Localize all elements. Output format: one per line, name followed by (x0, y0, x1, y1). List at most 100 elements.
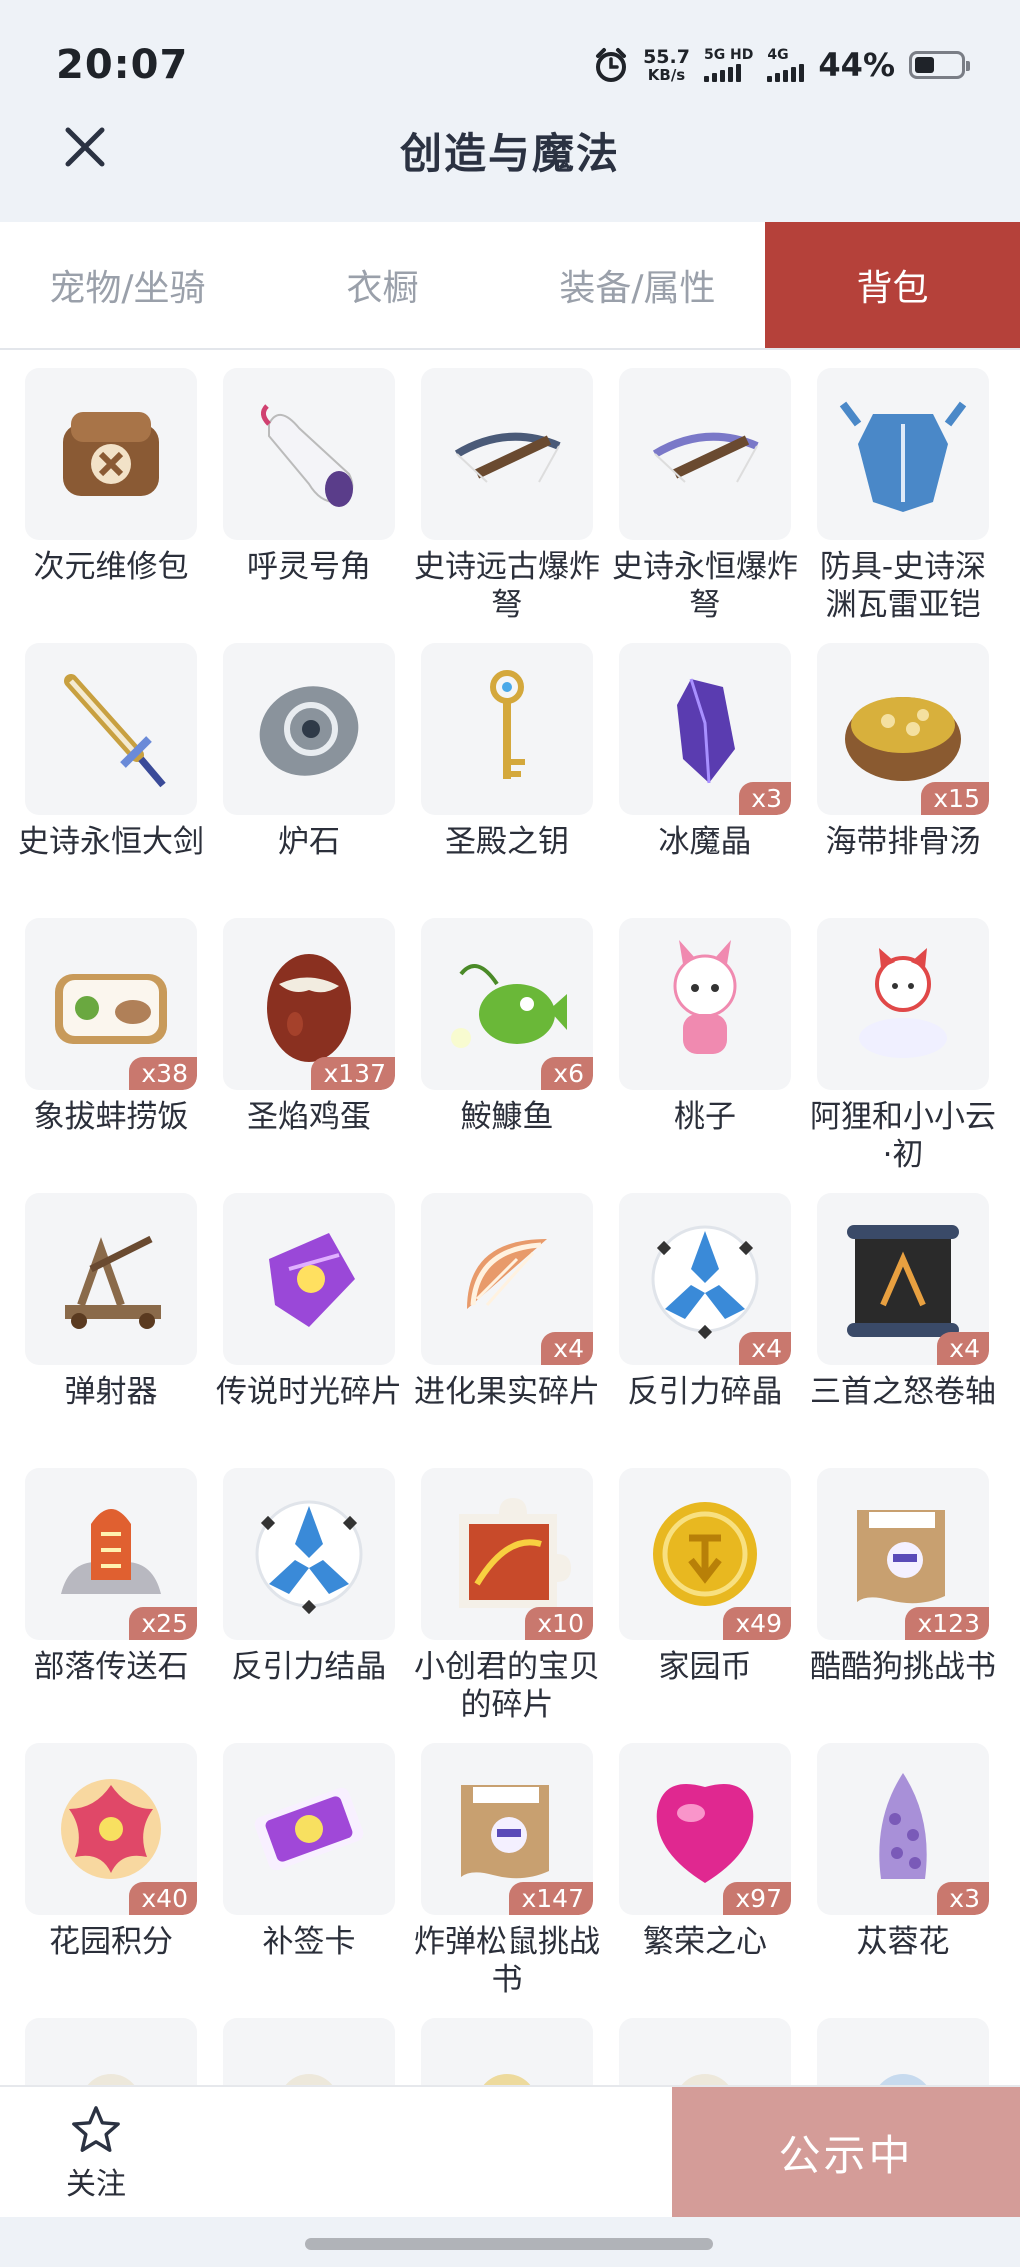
partial-item-icon (483, 2074, 531, 2085)
item-tile: x25 (25, 1468, 197, 1640)
inventory-item[interactable]: 防具-史诗深渊瓦雷亚铠 (804, 368, 1002, 643)
item-name: 炸弹松鼠挑战书 (414, 1924, 600, 1998)
inventory-item[interactable]: x40 花园积分 (12, 1743, 210, 2018)
battery-percent: 44% (818, 46, 895, 84)
tab-wardrobe[interactable]: 衣橱 (255, 222, 510, 348)
item-name: 炉石 (278, 824, 340, 860)
inventory-item[interactable]: 史诗远古爆炸弩 (408, 368, 606, 643)
top-area: 20:07 55.7 KB/s 5G HD 4G 44% 创造与魔法 (0, 0, 1020, 222)
tab-backpack[interactable]: 背包 (765, 222, 1020, 348)
item-tile (223, 2018, 395, 2085)
inventory-item[interactable]: x25 部落传送石 (12, 1468, 210, 1743)
antigravity-icon (255, 1500, 363, 1615)
inventory-item[interactable]: 桃子 (606, 918, 804, 1193)
signal-bars-icon (767, 64, 805, 82)
fish-icon (451, 964, 567, 1048)
item-tile (223, 1468, 395, 1640)
inventory-item[interactable] (804, 2018, 1002, 2085)
gem-heart-icon (656, 1784, 754, 1883)
item-name: 花园积分 (49, 1924, 173, 1960)
inventory-item[interactable]: x137 圣焰鸡蛋 (210, 918, 408, 1193)
inventory-item[interactable]: 史诗永恒爆炸弩 (606, 368, 804, 643)
item-tile (421, 368, 593, 540)
inventory-item[interactable]: 炉石 (210, 643, 408, 918)
item-count-badge: x3 (739, 782, 791, 815)
inventory-item[interactable]: x97 繁荣之心 (606, 1743, 804, 2018)
inventory-item[interactable]: 阿狸和小小云·初 (804, 918, 1002, 1193)
status-time: 20:07 (56, 42, 189, 88)
tab-equipment[interactable]: 装备/属性 (510, 222, 765, 348)
inventory-item[interactable]: 次元维修包 (12, 368, 210, 643)
sword-icon (64, 674, 166, 788)
item-name: 补签卡 (262, 1924, 356, 1960)
egg-icon (267, 954, 351, 1062)
soup-icon (845, 697, 961, 781)
inventory-item[interactable]: x4 反引力碎晶 (606, 1193, 804, 1468)
hearthstone-icon (259, 686, 359, 776)
item-tile (421, 2018, 593, 2085)
tab-bar: 宠物/坐骑 衣橱 装备/属性 背包 (0, 222, 1020, 350)
item-tile: x123 (817, 1468, 989, 1640)
item-name: 象拔蚌捞饭 (33, 1099, 189, 1135)
item-tile (25, 368, 197, 540)
bottom-bar: 关注 公示中 (0, 2085, 1020, 2217)
inventory-item[interactable]: x3 冰魔晶 (606, 643, 804, 918)
item-tile: x15 (817, 643, 989, 815)
item-name: 家园币 (658, 1649, 752, 1685)
item-name: 呼灵号角 (247, 549, 371, 585)
pet-icon (673, 940, 737, 1054)
inventory-item[interactable] (12, 2018, 210, 2085)
inventory-scroll-area[interactable]: 次元维修包 呼灵号角 史诗远古爆炸弩 史诗永恒爆炸弩 防具-史诗深渊瓦雷亚铠史诗永恒大剑… (0, 352, 1020, 2085)
inventory-item[interactable]: x4 进化果实碎片 (408, 1193, 606, 1468)
inventory-item[interactable]: x6 鮟鱇鱼 (408, 918, 606, 1193)
battery-fill (915, 57, 935, 73)
item-tile: x147 (421, 1743, 593, 1915)
inventory-item[interactable]: 传说时光碎片 (210, 1193, 408, 1468)
item-count-badge: x38 (129, 1057, 197, 1090)
inventory-item[interactable] (210, 2018, 408, 2085)
item-tile: x6 (421, 918, 593, 1090)
star-icon (72, 2106, 120, 2152)
inventory-item[interactable]: x10 小创君的宝贝的碎片 (408, 1468, 606, 1743)
inventory-item[interactable]: x3 苁蓉花 (804, 1743, 1002, 2018)
net-speed: 55.7 KB/s (643, 47, 690, 83)
public-status-button[interactable]: 公示中 (672, 2087, 1020, 2217)
inventory-item[interactable]: 呼灵号角 (210, 368, 408, 643)
item-tile (421, 643, 593, 815)
signal-4g-label: 4G (767, 47, 789, 63)
item-name: 史诗永恒大剑 (18, 824, 204, 860)
inventory-item[interactable]: 补签卡 (210, 1743, 408, 2018)
teleport-stone-icon (61, 1509, 161, 1594)
wanted-icon (857, 1510, 945, 1604)
follow-label: 关注 (66, 2167, 126, 2202)
item-name: 繁荣之心 (643, 1924, 767, 1960)
flower-badge-icon (61, 1779, 161, 1879)
signal-4g: 4G (767, 47, 805, 82)
item-name: 鮟鱇鱼 (460, 1099, 554, 1135)
inventory-item[interactable]: x15 海带排骨汤 (804, 643, 1002, 918)
inventory-item[interactable]: 弹射器 (12, 1193, 210, 1468)
time-shard-icon (269, 1233, 355, 1327)
inventory-item[interactable]: x123 酷酷狗挑战书 (804, 1468, 1002, 1743)
home-indicator[interactable] (305, 2238, 713, 2250)
item-count-badge: x97 (723, 1882, 791, 1915)
inventory-item[interactable]: x147 炸弹松鼠挑战书 (408, 1743, 606, 2018)
item-count-badge: x137 (311, 1057, 395, 1090)
inventory-item[interactable] (408, 2018, 606, 2085)
follow-button[interactable]: 关注 (56, 2103, 136, 2203)
pet-cloud-icon (859, 948, 947, 1058)
item-count-badge: x25 (129, 1607, 197, 1640)
armor-icon (839, 401, 967, 512)
puzzle-icon (459, 1498, 571, 1608)
item-name: 圣焰鸡蛋 (247, 1099, 371, 1135)
tab-pets-mounts[interactable]: 宠物/坐骑 (0, 222, 255, 348)
inventory-item[interactable]: x38 象拔蚌捞饭 (12, 918, 210, 1193)
item-tile (223, 643, 395, 815)
inventory-item[interactable] (606, 2018, 804, 2085)
inventory-item[interactable]: x4 三首之怒卷轴 (804, 1193, 1002, 1468)
inventory-item[interactable]: 反引力结晶 (210, 1468, 408, 1743)
inventory-item[interactable]: 史诗永恒大剑 (12, 643, 210, 918)
inventory-item[interactable]: x49 家园币 (606, 1468, 804, 1743)
item-tile: x38 (25, 918, 197, 1090)
inventory-item[interactable]: 圣殿之钥 (408, 643, 606, 918)
